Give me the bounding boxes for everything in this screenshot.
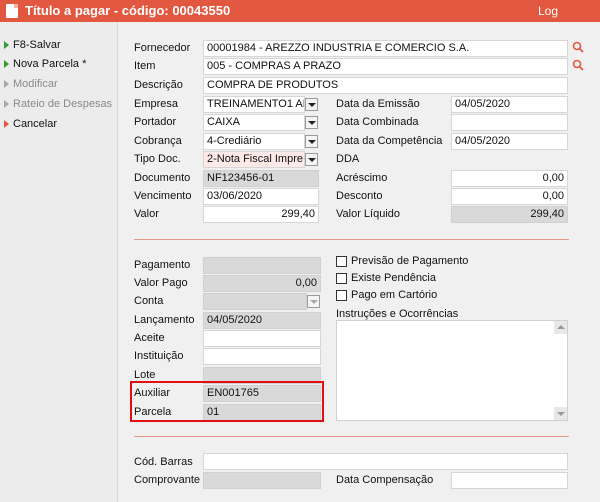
discount-field[interactable]: 0,00 xyxy=(451,188,568,205)
issue-date-label: Data da Emissão xyxy=(336,98,420,110)
receipt-label: Comprovante xyxy=(134,474,201,486)
play-arrow-icon xyxy=(4,60,9,68)
modify-button[interactable]: Modificar xyxy=(4,76,116,92)
document-label: Documento xyxy=(134,172,191,184)
acceptance-label: Aceite xyxy=(134,332,165,344)
window-title: Título a pagar - código: 00043550 xyxy=(25,3,231,18)
play-arrow-icon xyxy=(4,100,9,108)
paid-amount-label: Valor Pago xyxy=(134,277,188,289)
account-dropdown-icon xyxy=(307,295,320,308)
instructions-textarea[interactable] xyxy=(336,320,568,421)
document-field[interactable]: NF123456-01 xyxy=(203,170,319,187)
bearer-label: Portador xyxy=(134,116,177,128)
highlight-box xyxy=(130,381,324,422)
receipt-field xyxy=(203,472,321,489)
section-divider-footer xyxy=(134,436,569,437)
new-installment-button[interactable]: Nova Parcela * xyxy=(4,56,116,72)
checkbox-box xyxy=(336,272,347,284)
save-button-label: F8-Salvar xyxy=(13,39,61,51)
bearer-dropdown-icon[interactable] xyxy=(305,116,318,129)
search-item-icon[interactable] xyxy=(572,59,584,71)
posting-field: 04/05/2020 xyxy=(203,312,321,329)
doc-type-select[interactable]: 2-Nota Fiscal Impre: xyxy=(203,151,305,168)
payment-forecast-checkbox[interactable]: Previsão de Pagamento xyxy=(336,255,468,267)
pending-exists-label: Existe Pendência xyxy=(351,272,436,284)
billing-dropdown-icon[interactable] xyxy=(305,135,318,148)
payment-label: Pagamento xyxy=(134,259,191,271)
item-label: Item xyxy=(134,60,156,72)
billing-select[interactable]: 4-Crediário xyxy=(203,133,305,150)
batch-label: Lote xyxy=(134,369,156,381)
due-date-field[interactable]: 03/06/2020 xyxy=(203,188,319,205)
document-icon xyxy=(6,4,18,18)
cancel-button[interactable]: Cancelar xyxy=(4,116,116,132)
item-field[interactable]: 005 - COMPRAS A PRAZO xyxy=(203,58,568,75)
scroll-up-icon[interactable] xyxy=(554,321,567,334)
doc-type-label: Tipo Doc. xyxy=(134,153,181,165)
company-dropdown-icon[interactable] xyxy=(305,98,318,111)
cancel-label: Cancelar xyxy=(13,118,58,130)
form-panel: Fornecedor 00001984 - AREZZO INDUSTRIA E… xyxy=(119,22,600,502)
institution-field[interactable] xyxy=(203,348,321,365)
supplier-field[interactable]: 00001984 - AREZZO INDUSTRIA E COMERCIO S… xyxy=(203,40,568,57)
net-amount-label: Valor Líquido xyxy=(336,208,401,220)
description-label: Descrição xyxy=(134,79,183,91)
search-supplier-icon[interactable] xyxy=(572,41,584,53)
checkbox-box xyxy=(336,289,347,301)
billing-label: Cobrança xyxy=(134,135,182,147)
barcode-field[interactable] xyxy=(203,453,568,470)
discount-label: Desconto xyxy=(336,190,383,202)
paid-at-notary-checkbox[interactable]: Pago em Cartório xyxy=(336,289,437,301)
acceptance-field[interactable] xyxy=(203,330,321,347)
clearing-date-field[interactable] xyxy=(451,472,568,489)
supplier-label: Fornecedor xyxy=(134,42,191,54)
company-label: Empresa xyxy=(134,98,179,110)
expense-split-label: Rateio de Despesas xyxy=(13,98,113,110)
amount-field[interactable]: 299,40 xyxy=(203,206,319,223)
net-amount-field: 299,40 xyxy=(451,206,568,223)
competence-date-field[interactable]: 04/05/2020 xyxy=(451,133,568,150)
agreed-date-field[interactable] xyxy=(451,114,568,131)
account-select xyxy=(203,293,307,310)
play-arrow-icon xyxy=(4,41,9,49)
title-bar: Título a pagar - código: 00043550 Log xyxy=(0,0,600,22)
new-installment-label: Nova Parcela * xyxy=(13,58,87,70)
posting-label: Lançamento xyxy=(134,314,195,326)
agreed-date-label: Data Combinada xyxy=(336,116,419,128)
instructions-label: Instruções e Ocorrências xyxy=(336,308,459,320)
account-label: Conta xyxy=(134,295,164,307)
expense-split-button[interactable]: Rateio de Despesas xyxy=(4,96,116,112)
dda-label: DDA xyxy=(336,153,360,165)
action-sidebar: F8-Salvar Nova Parcela * Modificar Ratei… xyxy=(0,22,118,502)
amount-label: Valor xyxy=(134,208,159,220)
payment-forecast-label: Previsão de Pagamento xyxy=(351,255,469,267)
scroll-down-icon[interactable] xyxy=(554,407,567,420)
payment-field xyxy=(203,257,321,274)
description-field[interactable]: COMPRA DE PRODUTOS xyxy=(203,77,568,94)
competence-date-label: Data da Competência xyxy=(336,135,443,147)
company-select[interactable]: TREINAMENTO1 APE xyxy=(203,96,305,113)
modify-label: Modificar xyxy=(13,78,58,90)
issue-date-field[interactable]: 04/05/2020 xyxy=(451,96,568,113)
play-arrow-icon xyxy=(4,120,9,128)
section-divider xyxy=(134,239,569,240)
save-button[interactable]: F8-Salvar xyxy=(4,37,116,53)
bearer-select[interactable]: CAIXA xyxy=(203,114,305,131)
surcharge-field[interactable]: 0,00 xyxy=(451,170,568,187)
play-arrow-icon xyxy=(4,80,9,88)
doc-type-dropdown-icon[interactable] xyxy=(305,153,318,166)
institution-label: Instituição xyxy=(134,350,184,362)
surcharge-label: Acréscimo xyxy=(336,172,388,184)
barcode-label: Cód. Barras xyxy=(134,456,193,468)
paid-amount-field: 0,00 xyxy=(203,275,321,292)
paid-at-notary-label: Pago em Cartório xyxy=(351,289,438,301)
due-date-label: Vencimento xyxy=(134,190,192,202)
log-button[interactable]: Log xyxy=(538,4,558,18)
pending-exists-checkbox[interactable]: Existe Pendência xyxy=(336,272,436,284)
checkbox-box xyxy=(336,255,347,267)
clearing-date-label: Data Compensação xyxy=(336,474,434,486)
